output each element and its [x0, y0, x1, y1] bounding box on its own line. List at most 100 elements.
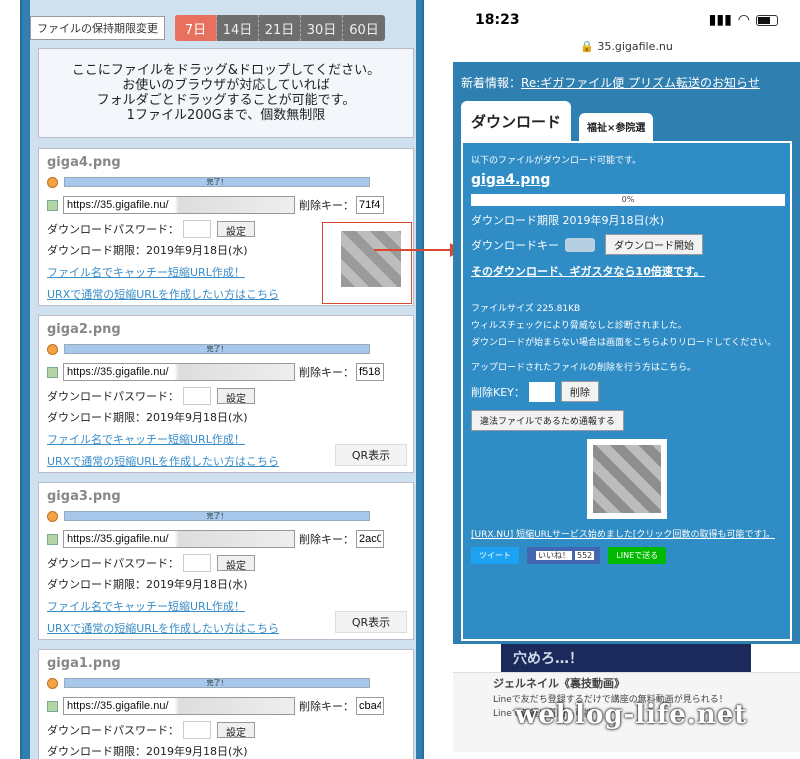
file-size: ファイルサイズ 225.81KB — [471, 304, 581, 314]
copy-icon[interactable] — [47, 700, 58, 712]
dl-password-label: ダウンロードパスワード： — [47, 724, 179, 737]
delete-button[interactable]: 削除 — [560, 381, 599, 402]
dl-password-label: ダウンロードパスワード： — [47, 223, 179, 236]
line-button[interactable]: LINEで送る — [608, 547, 667, 564]
file-card: giga3.png 完了！ 削除キー： ダウンロードパスワード： 設定 ダウンロー… — [38, 482, 414, 640]
lock-icon: 🔒 — [580, 40, 594, 53]
download-key-input[interactable] — [565, 237, 595, 252]
download-content: 以下のファイルがダウンロード可能です。 giga4.png 0% ダウンロード期… — [461, 141, 792, 641]
period-7[interactable]: 7日 — [175, 15, 217, 41]
reload-info: ダウンロードが始まらない場合は画面をこちらよりリロードしてください。 — [471, 338, 777, 348]
dropzone-line: 1ファイル200Gまで、個数無制限 — [126, 108, 326, 123]
dl-password-input[interactable] — [183, 387, 211, 405]
qr-code-image — [586, 439, 667, 519]
download-key-label: ダウンロードキー — [471, 238, 559, 252]
copy-icon[interactable] — [47, 366, 58, 378]
progress-bar: 完了！ — [64, 177, 370, 187]
urx-link[interactable]: [URX.NU] 短縮URLサービス始めました[クリック回数の取得も可能です]。 — [471, 529, 782, 541]
wifi-icon: ◠ — [737, 12, 750, 28]
delete-key-label: 削除キー： — [299, 700, 354, 713]
set-button[interactable]: 設定 — [217, 722, 255, 739]
progress-bar: 完了！ — [64, 511, 370, 521]
watermark: weblog-life.net — [515, 700, 748, 730]
retention-bar: ファイルの保持期限変更 7日 14日 21日 30日 60日 — [30, 12, 414, 44]
dl-password-input[interactable] — [183, 220, 211, 238]
dl-password-input[interactable] — [183, 721, 211, 739]
download-limit: ダウンロード期限 2019年9月18日(水) — [471, 214, 665, 227]
retention-change-button[interactable]: ファイルの保持期限変更 — [30, 16, 165, 40]
file-name: giga2.png — [47, 322, 121, 337]
period-60[interactable]: 60日 — [343, 15, 385, 41]
tweet-button[interactable]: ツイート — [471, 547, 519, 564]
copy-icon[interactable] — [47, 533, 58, 545]
dl-password-label: ダウンロードパスワード： — [47, 390, 179, 403]
dl-limit: ダウンロード期限：2019年9月18日(水) — [47, 745, 248, 758]
period-14[interactable]: 14日 — [217, 15, 259, 41]
file-url-input[interactable] — [63, 530, 295, 548]
qr-show-button[interactable]: QR表示 — [335, 611, 407, 633]
dl-limit: ダウンロード期限：2019年9月18日(水) — [47, 578, 248, 591]
dropzone-line: フォルダごとドラッグすることが可能です。 — [96, 93, 356, 108]
address-bar[interactable]: 🔒 35.gigafile.nu — [453, 40, 800, 60]
desktop-panel: ファイルの保持期限変更 7日 14日 21日 30日 60日 ここにファイルをド… — [20, 0, 424, 759]
file-card: giga2.png 完了！ 削除キー： ダウンロードパスワード： 設定 ダウンロー… — [38, 315, 414, 473]
progress-bar: 完了！ — [64, 344, 370, 354]
delete-key-label: 削除キー： — [299, 366, 354, 379]
upload-status-icon — [47, 510, 58, 522]
news-link[interactable]: Re:ギガファイル便 プリズム転送のお知らせ — [521, 76, 760, 90]
delete-info: アップロードされたファイルの削除を行う方はこちら。 — [471, 363, 697, 373]
file-name: giga4.png — [47, 155, 121, 170]
signal-icon: ▮▮▮ — [708, 12, 732, 28]
like-button[interactable]: いいね！ 552 — [527, 547, 601, 564]
upload-status-icon — [47, 343, 58, 355]
delete-key-input[interactable] — [356, 530, 384, 548]
set-button[interactable]: 設定 — [217, 221, 255, 238]
dl-limit: ダウンロード期限：2019年9月18日(水) — [47, 411, 248, 424]
download-page: 新着情報：Re:ギガファイル便 プリズム転送のお知らせ ダウンロード 福祉×参院… — [453, 62, 800, 644]
dropzone-line: ここにファイルをドラッグ&ドロップしてください。 — [71, 63, 381, 78]
delete-key-label: 削除KEY： — [471, 385, 525, 399]
download-progress: 0% — [471, 194, 785, 206]
ad-banner[interactable]: 穴めろ…！ — [501, 644, 751, 672]
delete-key-input[interactable] — [356, 196, 384, 214]
period-21[interactable]: 21日 — [259, 15, 301, 41]
download-start-button[interactable]: ダウンロード開始 — [605, 234, 703, 255]
drop-zone[interactable]: ここにファイルをドラッグ&ドロップしてください。 お使いのブラウザが対応していれ… — [38, 48, 414, 138]
battery-icon — [756, 14, 778, 26]
tab-download[interactable]: ダウンロード — [461, 101, 572, 141]
qr-highlight-box — [322, 222, 412, 304]
dl-password-input[interactable] — [183, 554, 211, 572]
virus-check: ウィルスチェックにより脅威なしと診断されました。 — [471, 321, 687, 331]
file-name: giga3.png — [47, 489, 121, 504]
gigasta-link[interactable]: そのダウンロード、ギガスタなら10倍速です。 — [471, 263, 782, 279]
period-selector: 7日 14日 21日 30日 60日 — [175, 15, 385, 41]
dl-password-label: ダウンロードパスワード： — [47, 557, 179, 570]
report-button[interactable]: 違法ファイルであるため通報する — [471, 410, 624, 431]
set-button[interactable]: 設定 — [217, 388, 255, 405]
arrow-icon — [374, 243, 462, 257]
phone-panel: 18:23 ▮▮▮ ◠ 🔒 35.gigafile.nu 新着情報：Re:ギガファ… — [453, 0, 800, 759]
file-url-input[interactable] — [63, 697, 295, 715]
news-label: 新着情報： — [461, 76, 522, 90]
copy-icon[interactable] — [47, 199, 58, 211]
like-count: 552 — [575, 551, 595, 560]
news-bar: 新着情報：Re:ギガファイル便 プリズム転送のお知らせ — [461, 74, 792, 91]
download-file-name[interactable]: giga4.png — [471, 172, 782, 188]
delete-key-input[interactable] — [356, 697, 384, 715]
file-url-input[interactable] — [63, 363, 295, 381]
ad-title: ジェルネイル《裏技動画》 — [493, 677, 625, 690]
delete-key-input[interactable] — [528, 381, 555, 402]
upload-status-icon — [47, 677, 58, 689]
upload-status-icon — [47, 176, 58, 188]
file-url-input[interactable] — [63, 196, 295, 214]
delete-key-input[interactable] — [356, 363, 384, 381]
progress-bar: 完了！ — [64, 678, 370, 688]
period-30[interactable]: 30日 — [301, 15, 343, 41]
delete-key-label: 削除キー： — [299, 533, 354, 546]
tabs: ダウンロード 福祉×参院選 — [461, 101, 792, 141]
address-text: 35.gigafile.nu — [597, 40, 673, 53]
qr-show-button[interactable]: QR表示 — [335, 444, 407, 466]
set-button[interactable]: 設定 — [217, 555, 255, 572]
tab-other[interactable]: 福祉×参院選 — [579, 113, 654, 141]
clock: 18:23 — [475, 12, 520, 28]
